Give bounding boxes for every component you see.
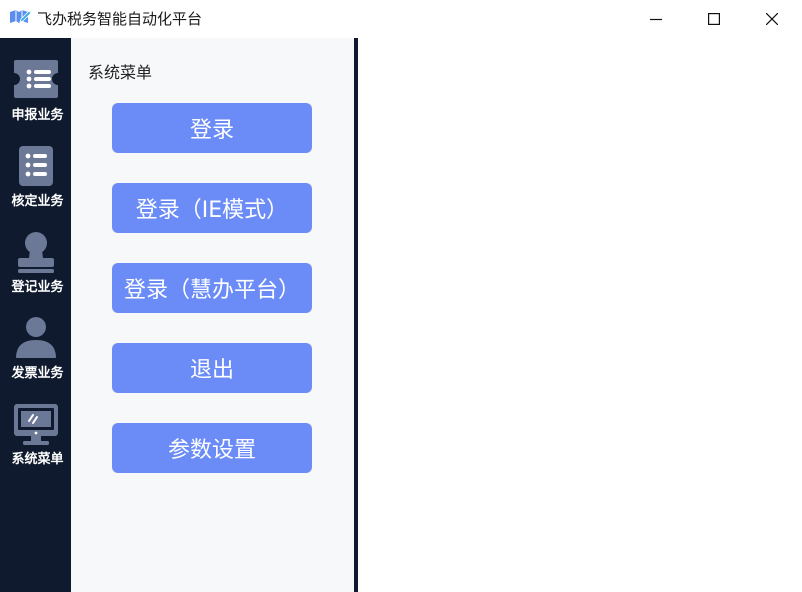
login-ie-mode-button[interactable]: 登录（IE模式） (112, 183, 312, 233)
minimize-icon (650, 13, 662, 25)
app-window: 飞办税务智能自动化平台 申报业务 核定业务 登记业务 发票业务 系统菜单 系统菜… (0, 0, 802, 592)
title-bar[interactable]: 飞办税务智能自动化平台 (0, 0, 802, 39)
nav-item-assessment[interactable]: 核定业务 (0, 144, 71, 224)
monitor-icon (12, 402, 60, 446)
maximize-icon (708, 13, 720, 25)
left-nav: 申报业务 核定业务 登记业务 发票业务 系统菜单 (0, 38, 71, 592)
checklist-icon (12, 144, 60, 188)
login-huiban-platform-button[interactable]: 登录（慧办平台） (112, 263, 312, 313)
nav-label-declaration: 申报业务 (11, 108, 64, 123)
nav-label-invoice: 发票业务 (11, 366, 64, 381)
maximize-button[interactable] (685, 0, 743, 38)
logout-button[interactable]: 退出 (112, 343, 312, 393)
nav-label-system-menu: 系统菜单 (11, 452, 64, 467)
minimize-button[interactable] (627, 0, 685, 38)
menu-panel: 系统菜单 登录 登录（IE模式） 登录（慧办平台） 退出 参数设置 (71, 38, 354, 592)
settings-button[interactable]: 参数设置 (112, 423, 312, 473)
person-icon (12, 316, 60, 360)
menu-panel-title: 系统菜单 (88, 63, 153, 82)
app-logo-icon (9, 8, 32, 28)
declaration-list-icon (12, 58, 60, 102)
window-title: 飞办税务智能自动化平台 (37, 10, 203, 28)
content-area (358, 38, 802, 592)
nav-label-assessment: 核定业务 (11, 194, 64, 209)
close-button[interactable] (743, 0, 801, 38)
close-icon (766, 13, 778, 25)
nav-item-declaration[interactable]: 申报业务 (0, 58, 71, 138)
nav-item-system-menu[interactable]: 系统菜单 (0, 402, 71, 482)
nav-item-invoice[interactable]: 发票业务 (0, 316, 71, 396)
nav-item-registration[interactable]: 登记业务 (0, 230, 71, 310)
registration-stamp-icon (12, 230, 60, 274)
login-button[interactable]: 登录 (112, 103, 312, 153)
nav-label-registration: 登记业务 (11, 280, 64, 295)
